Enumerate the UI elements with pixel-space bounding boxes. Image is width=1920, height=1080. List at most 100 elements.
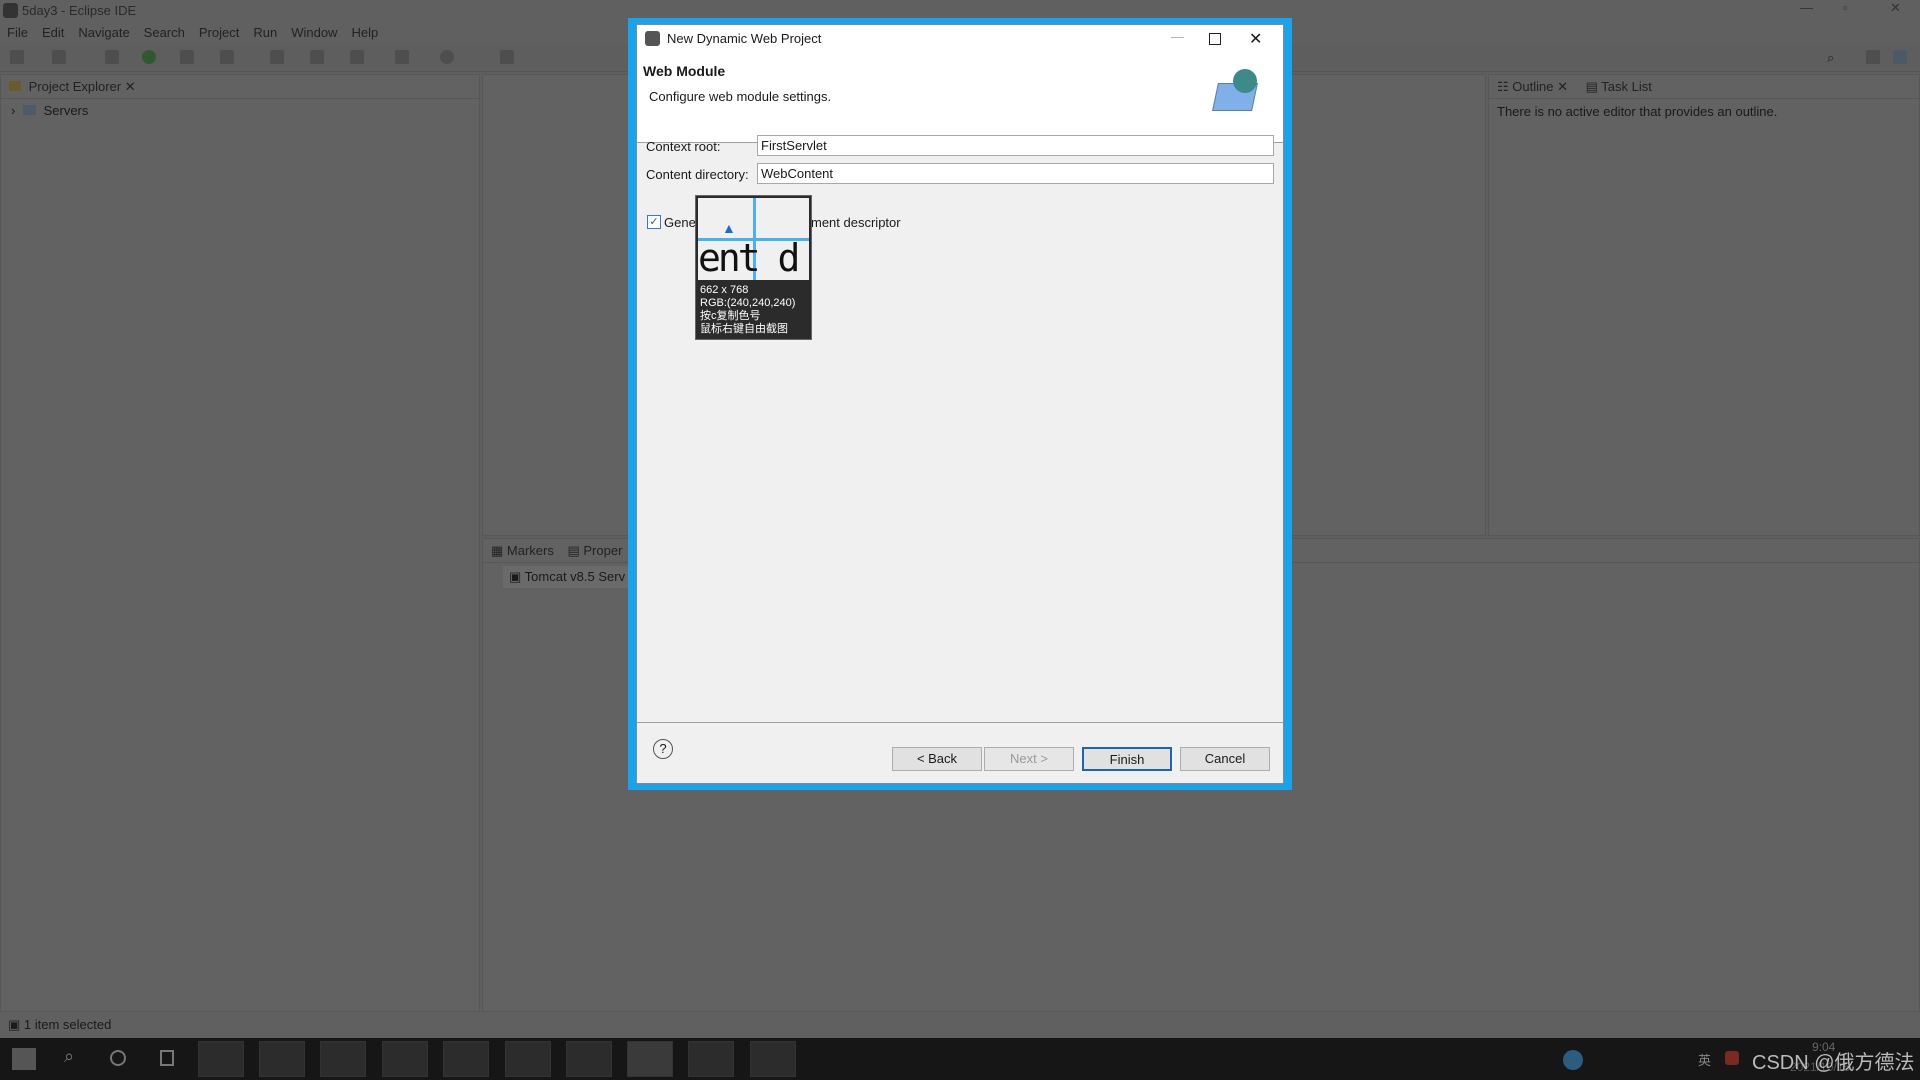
perspective-icon[interactable] [1866,50,1880,64]
picker-size: 662 x 768 [700,284,749,296]
markers-icon: ▦ [491,543,507,558]
taskbar-explorer[interactable] [198,1041,244,1077]
close-tab-icon[interactable]: ✕ [125,79,136,94]
content-directory-input[interactable]: WebContent [757,163,1274,184]
menu-help[interactable]: Help [344,22,385,43]
run-icon[interactable] [142,50,156,64]
eclipse-icon [645,31,660,46]
menu-navigate[interactable]: Navigate [71,22,136,43]
taskbar-chrome[interactable] [443,1041,489,1077]
cursor-icon: ▲ [722,220,736,236]
project-explorer-tab[interactable]: Project Explorer ✕ [1,75,479,99]
taskbar-eclipse[interactable] [627,1041,673,1077]
menu-project[interactable]: Project [192,22,246,43]
web-browser-icon[interactable] [440,50,454,64]
magnifier-view: ▲ ent d [698,198,809,280]
status-text: 1 item selected [23,1017,112,1032]
outline-icon: ☷ [1497,79,1513,94]
taskbar-help[interactable] [566,1041,612,1077]
javaee-perspective-icon[interactable] [1893,50,1907,64]
magnified-text: ent d [698,236,800,280]
expand-icon[interactable]: › [11,103,15,118]
taskbar-browser[interactable] [750,1041,796,1077]
properties-icon: ▤ [567,543,584,558]
new-dynamic-web-project-dialog: New Dynamic Web Project — ✕ Web Module C… [636,24,1284,784]
properties-tab[interactable]: ▤ Proper [567,543,622,558]
server-row[interactable]: ▣ Tomcat v8.5 Serv [503,566,643,588]
server-icon: ▣ [8,1017,24,1032]
console-icon[interactable] [500,50,514,64]
open-type-icon[interactable] [350,50,364,64]
outline-tab[interactable]: ☷ Outline ✕ [1497,79,1568,94]
web-module-icon [1211,69,1261,113]
cortana-icon[interactable] [110,1050,126,1066]
color-picker-magnifier: ▲ ent d 662 x 768 RGB:(240,240,240) 按c复制… [695,195,812,340]
picker-rgb: RGB:(240,240,240) [700,297,796,309]
taskbar-app2[interactable] [382,1041,428,1077]
help-icon[interactable]: ? [653,739,673,759]
button-bar-divider [637,722,1283,723]
debug-icon[interactable] [105,50,119,64]
next-button[interactable]: Next > [984,747,1074,771]
new-server-icon[interactable] [270,50,284,64]
task-list-tab[interactable]: ▤ Task List [1586,79,1652,94]
menu-file[interactable]: File [0,22,35,43]
tree-item-servers[interactable]: › Servers [1,99,479,122]
checkbox-label-end: ment descriptor [811,215,901,230]
folder-icon [9,81,21,91]
wizard-heading: Web Module [643,63,726,79]
taskbar-notepadpp[interactable] [259,1041,305,1077]
coverage-icon[interactable] [180,50,194,64]
project-explorer-panel: Project Explorer ✕ › Servers [0,74,480,1012]
generate-web-xml-checkbox[interactable]: ✓ [647,215,661,229]
tray-help-icon[interactable] [1563,1050,1583,1070]
new-icon[interactable] [10,50,24,64]
save-icon[interactable] [52,50,66,64]
search-icon[interactable]: ⌕ [1827,50,1841,65]
eclipse-icon [3,3,18,18]
menu-search[interactable]: Search [137,22,192,43]
minimize-icon[interactable]: — [1171,29,1184,44]
task-view-icon[interactable] [160,1050,174,1066]
maximize-icon[interactable]: ▫ [1843,0,1848,15]
minimize-icon[interactable]: — [1800,0,1813,15]
dialog-title-bar: New Dynamic Web Project — ✕ [637,25,1283,53]
folder-icon [22,105,36,115]
picker-hint-copy: 按c复制色号 [700,310,761,322]
outline-panel: ☷ Outline ✕ ▤ Task List There is no acti… [1488,74,1920,536]
content-directory-label: Content directory: [646,167,749,182]
finish-button[interactable]: Finish [1082,747,1172,771]
menu-run[interactable]: Run [246,22,284,43]
wizard-header: Web Module Configure web module settings… [637,53,1283,143]
external-tools-icon[interactable] [220,50,234,64]
taskbar-winrar[interactable] [505,1041,551,1077]
window-title: 5day3 - Eclipse IDE [22,3,137,18]
taskbar-app[interactable] [320,1041,366,1077]
search-icon[interactable]: ⌕ [64,1046,74,1067]
menu-edit[interactable]: Edit [35,22,71,43]
context-root-label: Context root: [646,139,721,154]
dialog-title: New Dynamic Web Project [667,31,822,46]
close-icon[interactable]: ✕ [1249,29,1262,49]
cancel-button[interactable]: Cancel [1180,747,1270,771]
server-icon: ▣ [509,569,525,584]
back-button[interactable]: < Back [892,747,982,771]
sogou-icon[interactable] [1725,1051,1739,1065]
start-icon[interactable] [12,1048,36,1070]
markers-tab[interactable]: ▦ Markers [491,543,554,558]
status-bar: ▣ 1 item selected [0,1012,1920,1038]
picker-hint-screenshot: 鼠标右键自由截图 [700,323,788,335]
menu-window[interactable]: Window [284,22,344,43]
task-list-icon: ▤ [1585,79,1602,94]
search-tool-icon[interactable] [395,50,409,64]
selection-highlight: New Dynamic Web Project — ✕ Web Module C… [628,18,1292,790]
close-icon[interactable]: ✕ [1890,0,1901,16]
context-root-input[interactable]: FirstServlet [757,135,1274,156]
outline-message: There is no active editor that provides … [1497,104,1778,119]
maximize-icon[interactable] [1209,33,1221,45]
csdn-watermark: CSDN @俄方德法 [1752,1052,1915,1074]
taskbar-word[interactable] [688,1041,734,1077]
ime-indicator[interactable]: 英 [1698,1050,1711,1069]
wizard-description: Configure web module settings. [649,89,832,104]
new-class-icon[interactable] [310,50,324,64]
